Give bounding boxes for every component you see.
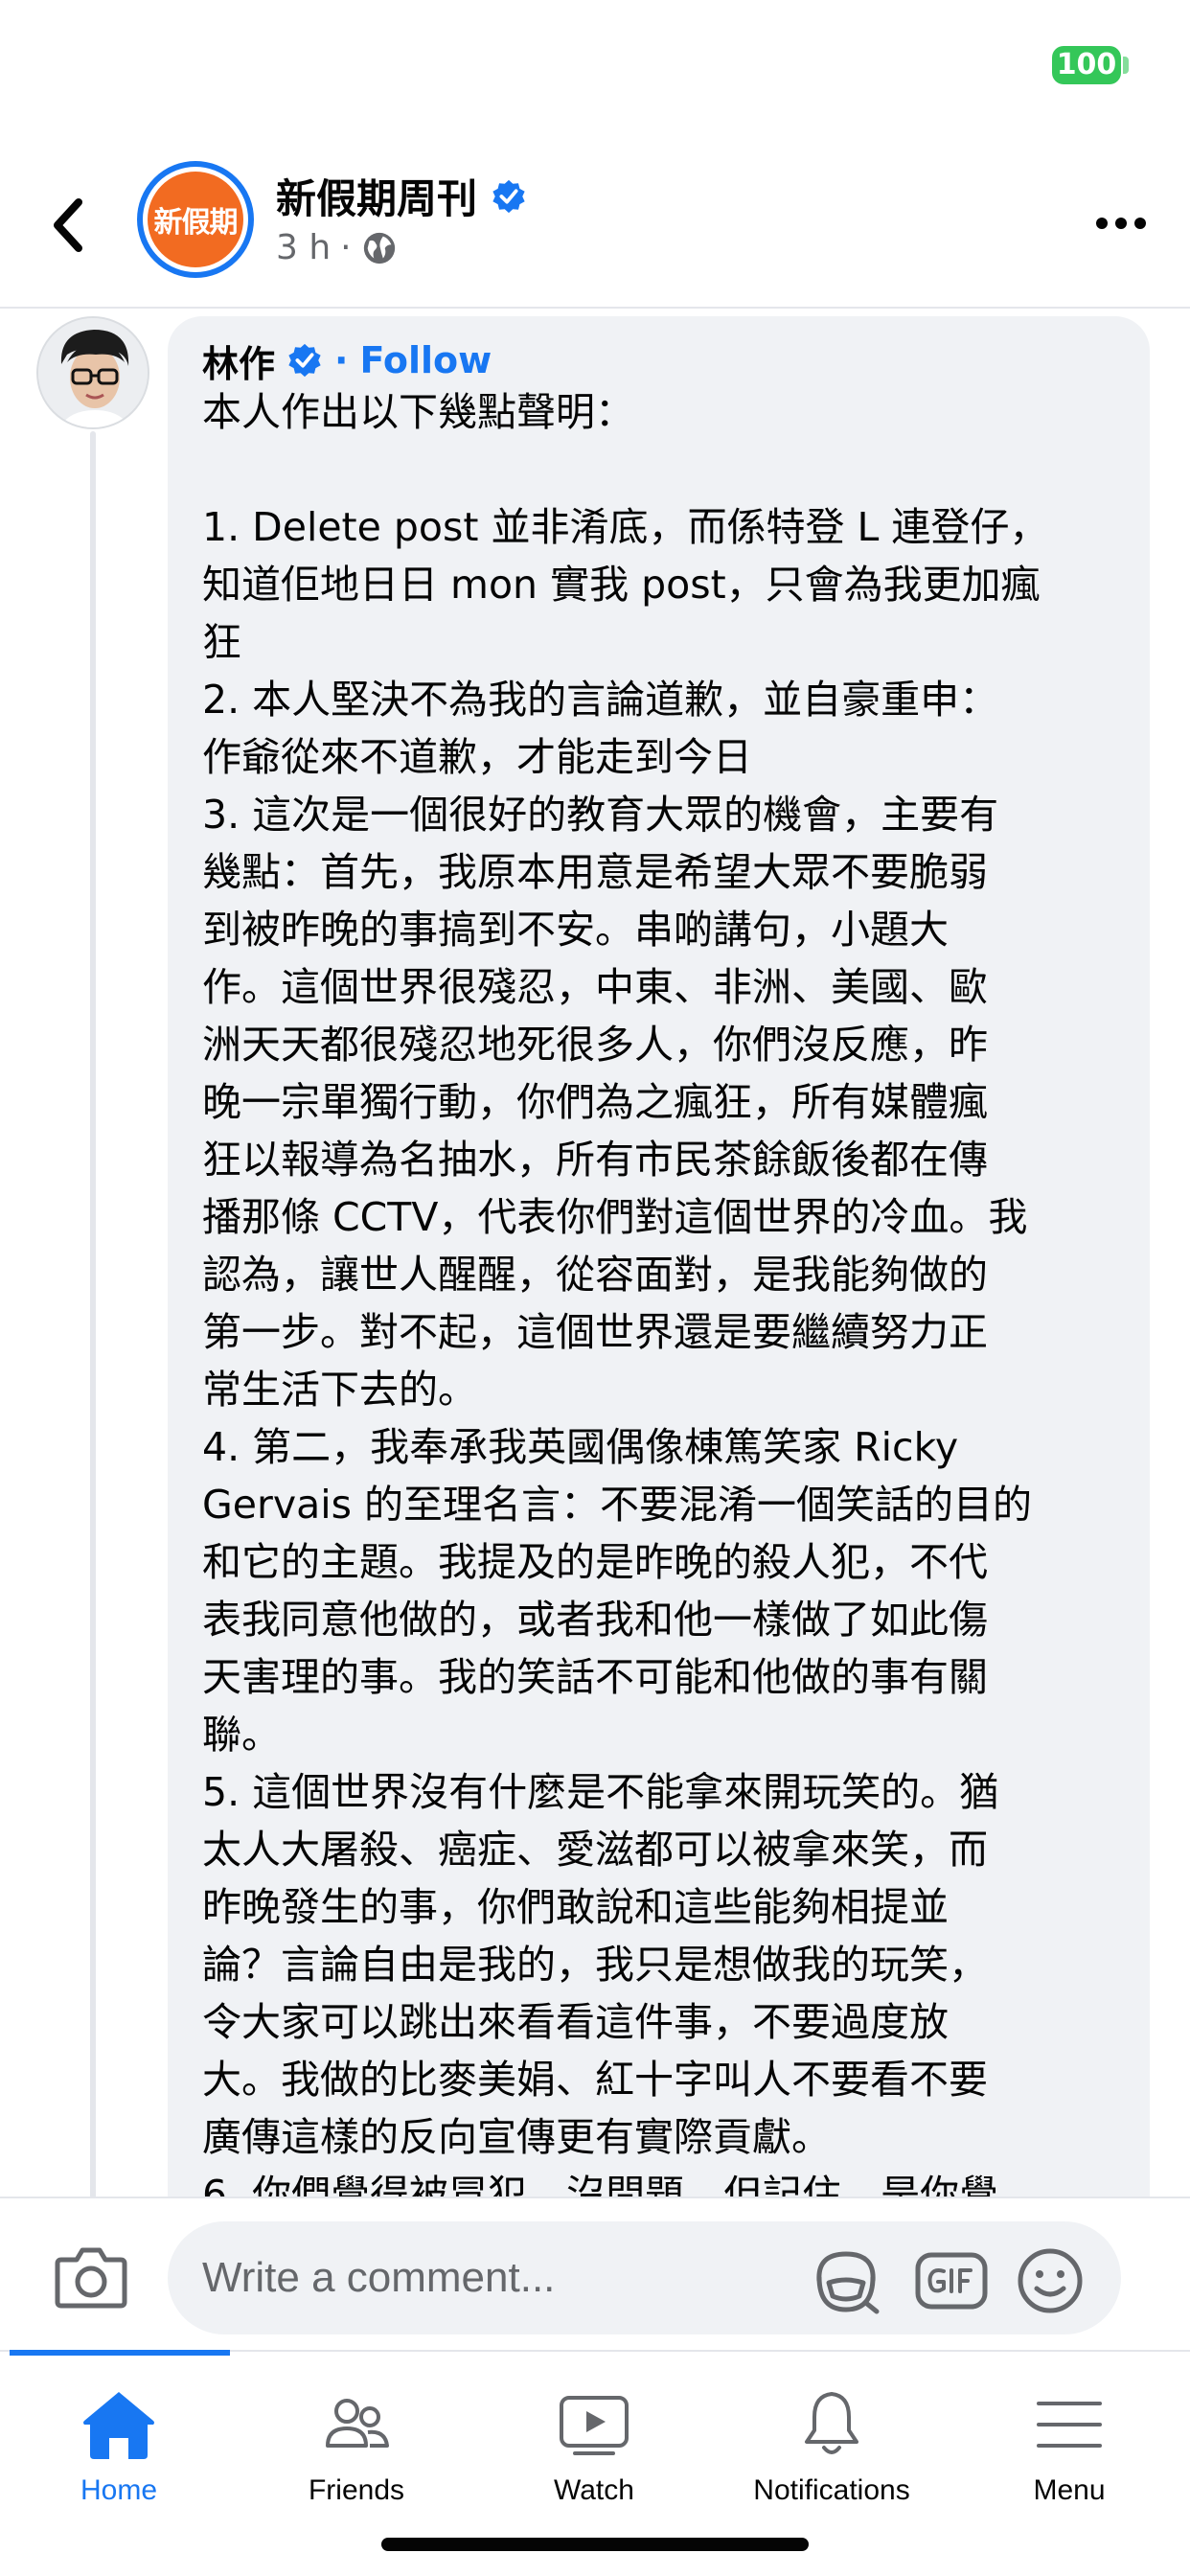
comment-text-line: 太人大屠殺、癌症、愛滋都可以被拿來笑，而 <box>202 1827 988 1873</box>
page-name-row: 新假期周刊 <box>276 167 527 225</box>
follow-button[interactable]: Follow <box>359 339 492 381</box>
tab-watch[interactable]: Watch <box>475 2352 713 2543</box>
status-bar: 100 <box>0 0 1190 134</box>
avatar-sticker-icon <box>816 2251 880 2314</box>
follow-separator: · <box>334 339 349 381</box>
globe-icon <box>363 232 395 264</box>
page-avatar[interactable]: 新假期 <box>137 161 254 278</box>
comment-text-line: 天害理的事。我的笑話不可能和他做的事有關 <box>202 1654 988 1700</box>
comment-text-line: 第一步。對不起，這個世界還是要繼續努力正 <box>202 1309 988 1355</box>
camera-button[interactable] <box>54 2242 128 2310</box>
comment-text-line: 作。這個世界很殘忍，中東、非洲、美國、歐 <box>202 964 988 1010</box>
comment-text-line: 作爺從來不道歉，才能走到今日 <box>202 734 752 780</box>
tab-label: Home <box>80 2474 158 2506</box>
tab-notifications[interactable]: Notifications <box>713 2352 950 2543</box>
comment-header: 林作 · Follow <box>202 337 1115 385</box>
back-button[interactable] <box>38 187 96 264</box>
comment-text-line: 洲天天都很殘忍地死很多人，你們沒反應，昨 <box>202 1022 988 1068</box>
emoji-smile-icon <box>1018 2248 1083 2313</box>
bell-icon <box>805 2392 858 2454</box>
comment-text-line: 2. 本人堅決不為我的言論道歉，並自豪重申： <box>202 677 999 723</box>
tab-label: Friends <box>308 2474 405 2506</box>
comment-text-line: 播那條 CCTV，代表你們對這個世界的冷血。我 <box>202 1194 1028 1240</box>
comment-text-line: 晚一宗單獨行動，你們為之瘋狂，所有媒體瘋 <box>202 1079 988 1125</box>
commenter-name[interactable]: 林作 <box>202 334 275 387</box>
comment-text-line: 1. Delete post 並非淆底，而係特登 L 連登仔， <box>202 504 1049 550</box>
comment-blank-line <box>202 441 1115 498</box>
verified-badge-icon <box>288 343 321 378</box>
home-indicator <box>381 2538 809 2551</box>
page-name[interactable]: 新假期周刊 <box>276 167 477 225</box>
more-dots-icon <box>1096 218 1146 229</box>
more-options-button[interactable] <box>1092 209 1150 238</box>
menu-icon <box>1037 2402 1102 2448</box>
verified-badge-icon <box>492 179 525 213</box>
post-header: 新假期 新假期周刊 3 h · <box>0 144 1190 309</box>
comment-bubble[interactable]: 林作 · Follow 本人作出以下幾點聲明： 1. Delete post 並非… <box>168 316 1150 2233</box>
comment-body: 本人作出以下幾點聲明： 1. Delete post 並非淆底，而係特登 L 連登… <box>202 383 1115 2223</box>
comment-text-line: 知道佢地日日 mon 實我 post，只會為我更加瘋 <box>202 562 1041 608</box>
post-meta: 3 h · <box>276 228 398 267</box>
tab-home[interactable]: Home <box>0 2352 238 2543</box>
comment-text-line: 昨晚發生的事，你們敢說和這些能夠相提並 <box>202 1884 949 1930</box>
chevron-left-icon <box>54 198 82 252</box>
comment-text-line: 本人作出以下幾點聲明： <box>202 389 634 435</box>
home-icon <box>83 2392 154 2459</box>
comment-text-line: 論？言論自由是我的，我只是想做我的玩笑， <box>202 1942 988 1988</box>
comment-text-line: 3. 這次是一個很好的教育大眾的機會，主要有 <box>202 792 999 838</box>
thread-line <box>90 431 96 2204</box>
comment-composer <box>0 2196 1190 2350</box>
tab-label: Notifications <box>753 2474 910 2506</box>
comment-text-line: 4. 第二，我奉承我英國偶像棟篤笑家 Ricky <box>202 1424 959 1470</box>
gif-icon <box>915 2252 988 2310</box>
comment-input[interactable] <box>202 2221 777 2334</box>
avatar-sticker-button[interactable] <box>810 2248 882 2315</box>
comment-text-line: 幾點：首先，我原本用意是希望大眾不要脆弱 <box>202 849 988 895</box>
comment-text-line: 到被昨晚的事搞到不安。串啲講句，小題大 <box>202 907 949 953</box>
comment-text-line: 5. 這個世界沒有什麼是不能拿來開玩笑的。猶 <box>202 1769 999 1815</box>
friends-icon <box>326 2399 389 2448</box>
comment-text-line: 常生活下去的。 <box>202 1367 477 1413</box>
person-avatar-icon <box>38 318 148 427</box>
emoji-button[interactable] <box>1016 2246 1085 2315</box>
camera-icon <box>55 2247 127 2309</box>
comment-text-line: 廣傳這樣的反向宣傳更有實際貢獻。 <box>202 2114 831 2160</box>
battery-indicator: 100 <box>1052 46 1121 84</box>
comment-text-line: 和它的主題。我提及的是昨晚的殺人犯，不代 <box>202 1539 988 1585</box>
tab-friends[interactable]: Friends <box>238 2352 475 2543</box>
comment-text-line: 令大家可以跳出來看看這件事，不要過度放 <box>202 1999 949 2045</box>
comment-text-line: Gervais 的至理名言：不要混淆一個笑話的目的 <box>202 1482 1033 1528</box>
watch-icon <box>560 2396 629 2455</box>
comment-text-line: 大。我做的比麥美娟、紅十字叫人不要看不要 <box>202 2057 988 2103</box>
battery-nub <box>1123 57 1129 74</box>
comment-text-line: 表我同意他做的，或者我和他一樣做了如此傷 <box>202 1597 988 1643</box>
comment-text-line: 狂 <box>202 619 241 665</box>
tab-menu[interactable]: Menu <box>950 2352 1188 2543</box>
tab-label: Menu <box>1033 2474 1106 2506</box>
tab-label: Watch <box>554 2474 634 2506</box>
page-avatar-logo: 新假期 <box>148 172 243 267</box>
post-time[interactable]: 3 h <box>276 228 331 267</box>
gif-button[interactable] <box>915 2252 988 2310</box>
comment-field[interactable] <box>168 2221 1121 2334</box>
comment-text-line: 聯。 <box>202 1712 281 1758</box>
commenter-avatar[interactable] <box>36 316 149 429</box>
comment-text-line: 認為，讓世人醒醒，從容面對，是我能夠做的 <box>202 1252 988 1298</box>
comment-text-line: 狂以報導為名抽水，所有市民茶餘飯後都在傳 <box>202 1137 988 1183</box>
meta-separator: · <box>340 228 352 267</box>
